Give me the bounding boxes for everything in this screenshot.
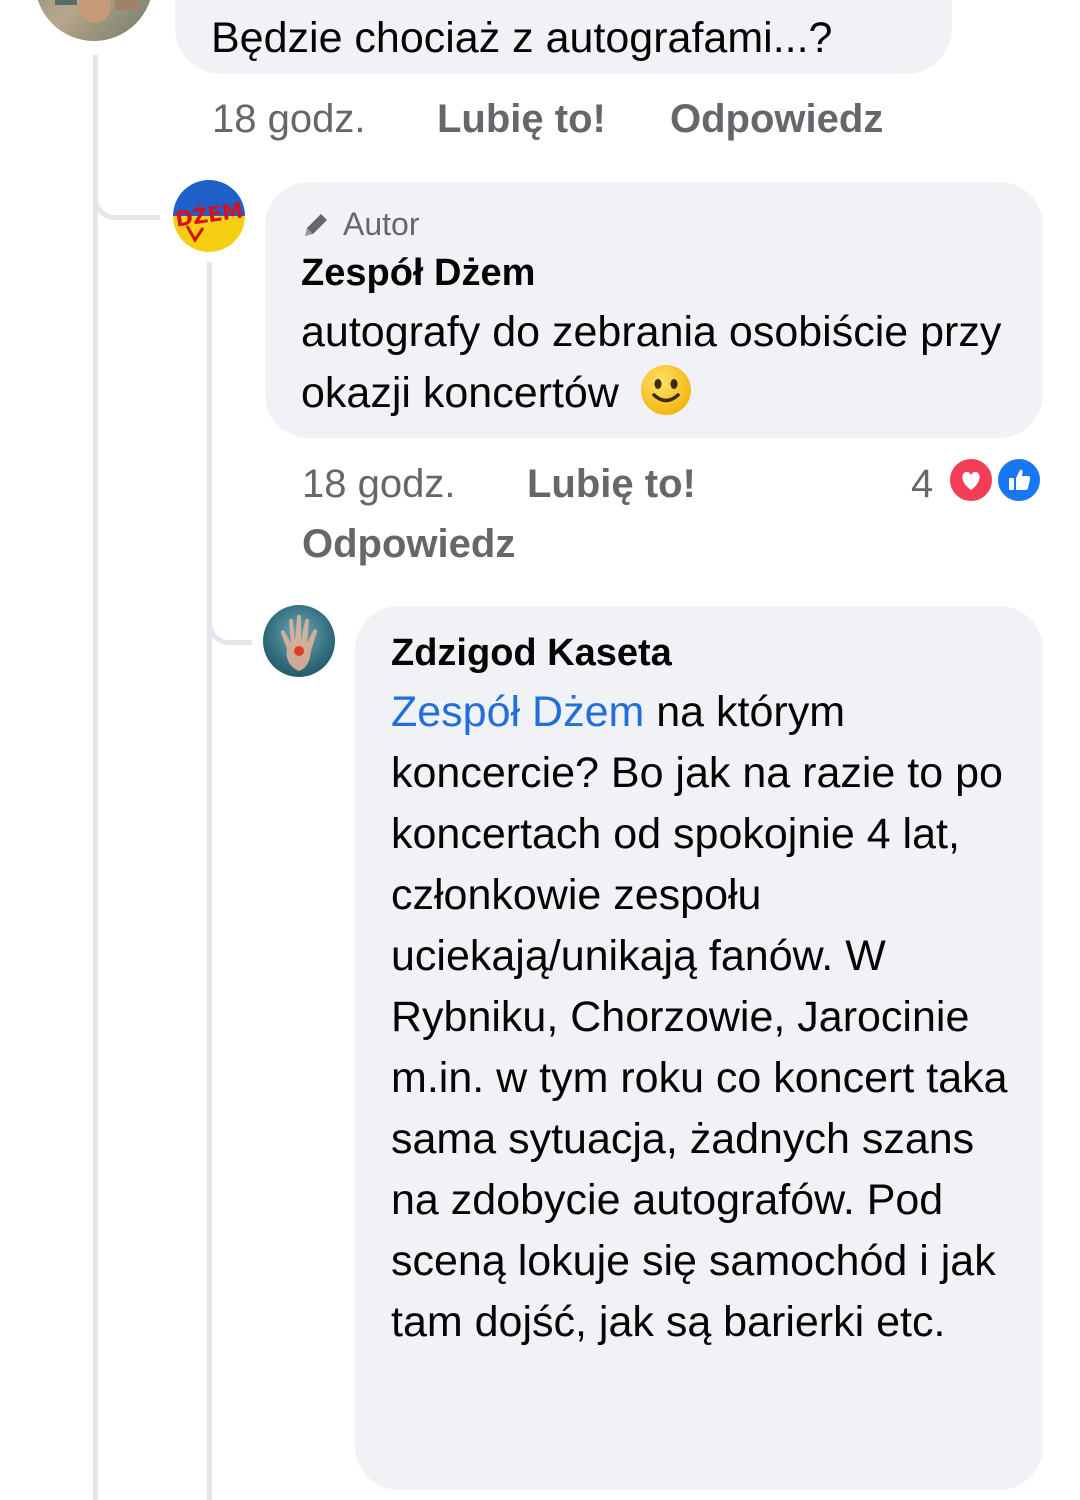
thread-elbow-reply-1 xyxy=(93,150,160,220)
comment-author-name[interactable]: Zespół Dżem xyxy=(301,252,535,295)
comment-bubble-author: Autor Zespół Dżem autografy do zebrania … xyxy=(265,182,1043,438)
avatar[interactable] xyxy=(35,0,153,41)
profile-photo-icon xyxy=(55,0,139,23)
comment-bubble: Będzie chociaż z autografami...? xyxy=(175,0,952,74)
comment-text: Będzie chociaż z autografami...? xyxy=(211,14,833,62)
like-button[interactable]: Lubię to! xyxy=(527,462,696,507)
like-button[interactable]: Lubię to! xyxy=(437,97,606,142)
comment-author-name[interactable]: Zdzigod Kaseta xyxy=(391,632,672,675)
smiley-emoji-icon xyxy=(639,363,693,434)
reaction-count[interactable]: 4 xyxy=(911,462,933,507)
reply-button[interactable]: Odpowiedz xyxy=(670,97,883,142)
comment-bubble: Zdzigod Kaseta Zespół Dżem na którym kon… xyxy=(355,606,1043,1490)
thread-elbow-reply-2 xyxy=(207,590,252,645)
heart-icon[interactable] xyxy=(946,455,996,505)
like-icon[interactable] xyxy=(994,455,1044,505)
comment-text-body: na którym koncercie? Bo jak na razie to … xyxy=(391,688,1008,1346)
mention-link[interactable]: Zespół Dżem xyxy=(391,688,644,736)
author-badge-label: Autor xyxy=(343,206,420,242)
avatar-zespol-dzem[interactable]: DŻEM xyxy=(173,180,245,252)
comment-text: Zespół Dżem na którym koncercie? Bo jak … xyxy=(391,682,1021,1353)
comment-timestamp: 18 godz. xyxy=(302,462,456,506)
reply-button[interactable]: Odpowiedz xyxy=(302,522,515,567)
author-badge: Autor xyxy=(301,206,419,243)
comment-timestamp: 18 godz. xyxy=(212,97,366,141)
thread-line-main xyxy=(93,55,98,1500)
pencil-icon xyxy=(305,213,327,236)
band-logo-icon: DŻEM xyxy=(173,180,245,252)
avatar-zdzigod-kaseta[interactable] xyxy=(263,605,335,677)
thread-line-nested xyxy=(207,262,212,1500)
comment-text: autografy do zebrania osobiście przy oka… xyxy=(301,302,1021,434)
hand-photo-icon xyxy=(280,614,318,671)
